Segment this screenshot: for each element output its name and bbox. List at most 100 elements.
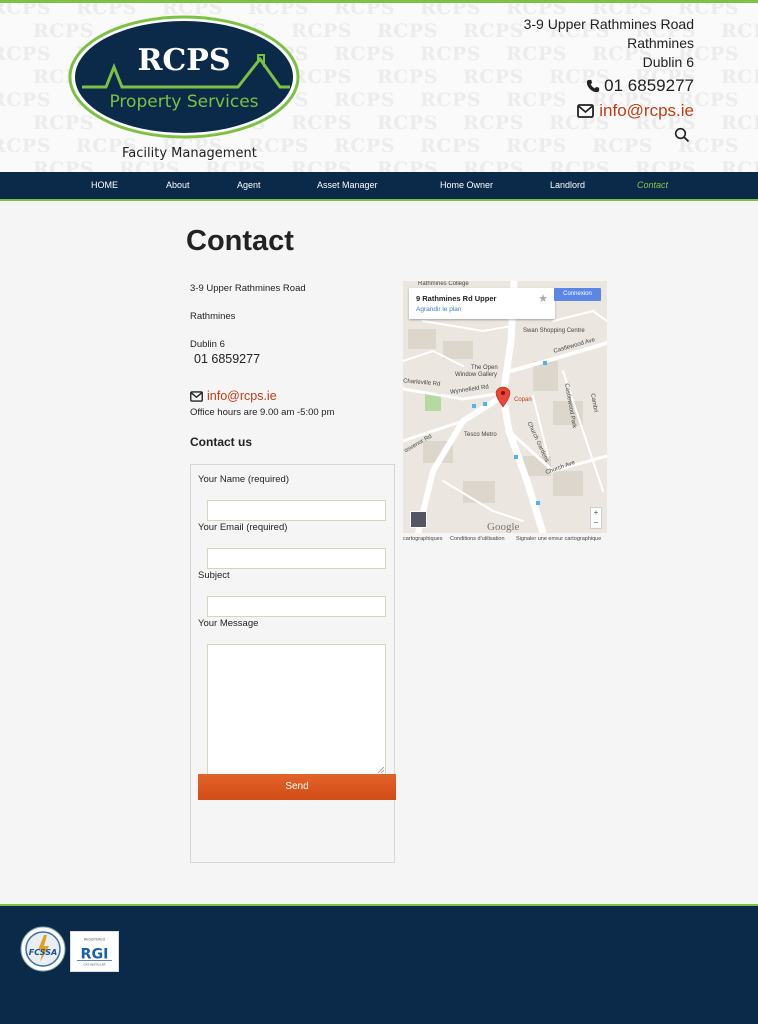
address-line1: 3-9 Upper Rathmines Road	[190, 283, 306, 294]
nav-item-landlord[interactable]: Landlord	[550, 180, 585, 190]
contact-form: Your Name (required) Your Email (require…	[190, 464, 396, 863]
map-zoom-control: + −	[590, 507, 602, 529]
watermark-text: RCPS	[463, 66, 524, 88]
nav-item-asset-manager[interactable]: Asset Manager	[317, 180, 378, 190]
contact-phone[interactable]: 01 6859277	[194, 352, 260, 366]
watermark-text: RCPS	[463, 158, 524, 172]
watermark-text: RCPS	[721, 158, 758, 172]
watermark-text: RCPS	[334, 89, 395, 111]
rgi-badge-icon[interactable]: REGISTERED RGI GAS INSTALLER	[70, 931, 119, 972]
address-line2: Rathmines	[190, 311, 236, 322]
map-place-card: 9 Rathmines Rd Upper Agrandir le plan ★	[409, 288, 555, 319]
fcsa-badge-text: FCSSA	[29, 948, 57, 957]
name-label: Your Name (required)	[198, 474, 289, 485]
map-label-open-window2: Window Gallery	[455, 372, 498, 378]
email-label: Your Email (required)	[198, 522, 288, 533]
office-hours: Office hours are 9.00 am -5:00 pm	[190, 407, 335, 418]
site-header: RCPSRCPSRCPSRCPSRCPSRCPSRCPSRCPSRCPSRCPS…	[0, 0, 758, 172]
fcsa-badge-icon[interactable]: FCSSA	[20, 926, 66, 972]
subject-label: Subject	[198, 570, 230, 581]
watermark-text: RCPS	[377, 112, 438, 134]
header-address-line1: 3-9 Upper Rathmines Road	[523, 16, 694, 32]
contact-email-link[interactable]: info@rcps.ie	[190, 389, 277, 403]
watermark-text: RCPS	[334, 0, 395, 19]
name-input[interactable]	[207, 500, 386, 521]
logo-subtitle: Property Services	[109, 92, 258, 112]
envelope-icon	[577, 104, 595, 118]
header-contact: 3-9 Upper Rathmines Road Rathmines Dubli…	[524, 15, 694, 122]
watermark-text: RCPS	[291, 66, 352, 88]
search-icon[interactable]	[674, 127, 690, 143]
rcps-logo[interactable]: RCPS Property Services	[68, 15, 300, 139]
map-label-college: Rathmines College	[418, 281, 469, 287]
header-email-text: info@rcps.ie	[599, 101, 694, 120]
logo-tagline: Facility Management	[122, 146, 257, 161]
satellite-toggle-icon[interactable]	[410, 511, 427, 528]
star-icon[interactable]: ★	[538, 292, 548, 305]
nav-item-agent[interactable]: Agent	[237, 180, 261, 190]
watermark-text: RCPS	[33, 158, 94, 172]
map-signin-button[interactable]: Connexion	[554, 288, 601, 301]
zoom-out-button[interactable]: −	[591, 518, 601, 528]
nav-item-contact[interactable]: Contact	[637, 180, 668, 190]
header-address-line2: Rathmines	[627, 35, 694, 51]
header-email-link[interactable]: info@rcps.ie	[524, 100, 694, 122]
watermark-text: RCPS	[0, 89, 51, 111]
header-phone-number: 01 6859277	[604, 76, 694, 95]
watermark-text: RCPS	[334, 135, 395, 157]
watermark-text: RCPS	[334, 43, 395, 65]
map-label-open-window: The Open	[471, 365, 498, 371]
google-watermark: Google	[487, 521, 520, 533]
logo-name: RCPS	[137, 43, 230, 78]
map-label-copan: Copan	[514, 397, 532, 403]
contact-form-heading: Contact us	[190, 435, 253, 449]
map-footer-report[interactable]: Signaler une erreur cartographique	[516, 536, 601, 542]
google-map[interactable]: Rathmines College Swan Shopping Centre C…	[403, 281, 607, 546]
watermark-text: RCPS	[721, 112, 758, 134]
watermark-text: RCPS	[291, 112, 352, 134]
map-place-title: 9 Rathmines Rd Upper	[416, 294, 497, 303]
map-enlarge-link[interactable]: Agrandir le plan	[416, 306, 462, 313]
nav-item-about[interactable]: About	[166, 180, 190, 190]
main-nav: HOME About Agent Asset Manager Home Owne…	[0, 172, 758, 201]
map-footer-data: cartographiques	[403, 536, 443, 542]
page-title: Contact	[186, 225, 294, 257]
contact-email-text: info@rcps.ie	[207, 389, 277, 403]
subject-input[interactable]	[207, 596, 386, 617]
nav-item-home-owner[interactable]: Home Owner	[440, 180, 493, 190]
watermark-text: RCPS	[635, 158, 696, 172]
header-phone[interactable]: 01 6859277	[524, 75, 694, 97]
map-footer-terms[interactable]: Conditions d'utilisation	[450, 536, 505, 542]
watermark-text: RCPS	[420, 89, 481, 111]
address-line3: Dublin 6	[190, 339, 225, 350]
map-footer: cartographiques Conditions d'utilisation…	[403, 533, 607, 546]
watermark-text: RCPS	[463, 20, 524, 42]
watermark-text: RCPS	[377, 66, 438, 88]
watermark-text: RCPS	[420, 0, 481, 19]
send-button[interactable]: Send	[198, 774, 396, 800]
watermark-text: RCPS	[592, 135, 653, 157]
email-input[interactable]	[207, 548, 386, 569]
watermark-text: RCPS	[0, 43, 51, 65]
message-label: Your Message	[198, 618, 259, 629]
zoom-in-button[interactable]: +	[591, 508, 601, 518]
rgi-badge-caption: REGISTERED	[84, 938, 106, 942]
rgi-badge-sub: GAS INSTALLER	[83, 962, 105, 966]
header-address-line3: Dublin 6	[642, 54, 694, 70]
watermark-text: RCPS	[420, 135, 481, 157]
watermark-text: RCPS	[377, 158, 438, 172]
watermark-text: RCPS	[420, 43, 481, 65]
watermark-text: RCPS	[291, 158, 352, 172]
nav-item-home[interactable]: HOME	[91, 180, 118, 190]
watermark-text: RCPS	[721, 66, 758, 88]
envelope-icon	[190, 390, 203, 402]
resize-grip-icon[interactable]	[378, 767, 384, 773]
watermark-text: RCPS	[291, 20, 352, 42]
phone-icon	[587, 79, 600, 93]
message-textarea[interactable]	[207, 644, 386, 775]
map-label-tesco: Tesco Metro	[464, 432, 497, 438]
site-footer: FCSSA REGISTERED RGI GAS INSTALLER	[0, 904, 758, 1024]
watermark-text: RCPS	[463, 112, 524, 134]
watermark-text: RCPS	[506, 135, 567, 157]
watermark-text: RCPS	[721, 20, 758, 42]
